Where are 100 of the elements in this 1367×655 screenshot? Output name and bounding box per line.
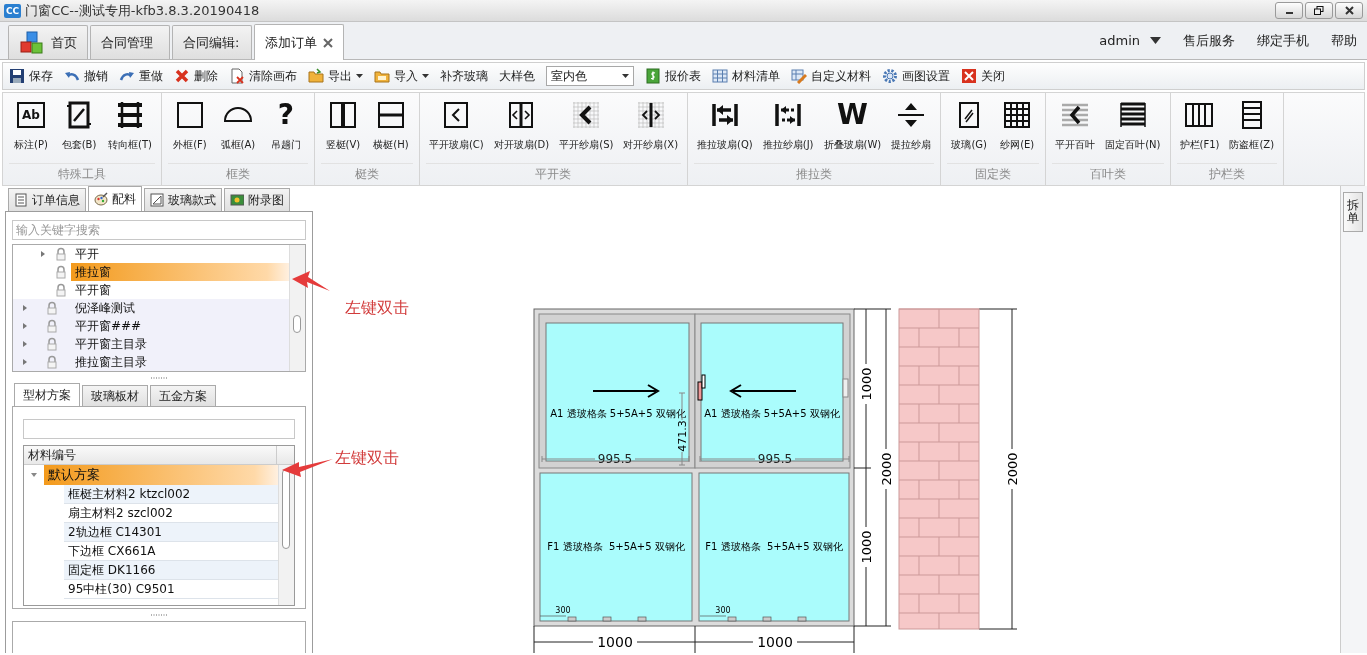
ribbon-button[interactable]: 平开纱扇(S) (554, 99, 619, 163)
ribbon-button[interactable]: 护栏(F1) (1174, 99, 1225, 163)
toolbar-button[interactable]: 补齐玻璃 (440, 67, 488, 85)
tab[interactable]: 合同管理 (90, 25, 170, 59)
toolbar-button[interactable]: 撤销 (64, 67, 108, 85)
tab[interactable]: 合同编辑: (172, 25, 252, 59)
toolbar-button[interactable]: 导出 (308, 67, 363, 85)
dimension-label: 1000 (757, 634, 793, 650)
ribbon-button[interactable]: 固定百叶(N) (1100, 99, 1166, 163)
group-label: 平开类 (425, 163, 682, 185)
menu-link[interactable]: 售后服务 (1183, 30, 1235, 51)
caret-icon (356, 74, 363, 78)
ribbon-button[interactable]: ? 吊趟门 (261, 99, 310, 163)
tab[interactable]: 添加订单 (254, 24, 344, 60)
search-field[interactable]: 输入关键字搜索 (12, 220, 306, 240)
ribbon-button[interactable]: 对开纱扇(X) (618, 99, 684, 163)
ribbon-button[interactable]: 转向框(T) (103, 99, 157, 163)
group-label: 特殊工具 (9, 163, 155, 185)
ribbon-button[interactable]: 对开玻扇(D) (488, 99, 555, 163)
material-row[interactable]: 下边框 CX661A (64, 542, 278, 561)
tab[interactable]: 玻璃板材 (82, 385, 148, 406)
padlock-icon (55, 247, 67, 261)
ribbon-button[interactable]: 提拉纱扇 (886, 99, 937, 163)
ribbon-button[interactable]: 平开玻扇(C) (423, 99, 489, 163)
scrollbar[interactable] (278, 465, 294, 605)
padlock-icon (46, 337, 58, 351)
tab[interactable]: 首页 (8, 25, 88, 59)
picture-icon (230, 193, 244, 207)
padlock-icon (55, 283, 67, 297)
material-row[interactable]: 扇主材料2 szcl002 (64, 504, 278, 523)
ribbon-button[interactable]: 外框(F) (165, 99, 214, 163)
user-menu[interactable]: admin (1099, 30, 1161, 51)
material-row[interactable]: 95中柱(30) C9501 (64, 580, 278, 599)
document-icon (14, 193, 28, 207)
ribbon-button[interactable]: W 折叠玻扇(W) (818, 99, 887, 163)
tab[interactable]: 订单信息 (8, 188, 86, 211)
annotation-text: 左键双击 (335, 447, 399, 469)
tree-item[interactable]: 倪泽峰测试 (13, 299, 289, 317)
color-select[interactable]: 室内色 (546, 66, 634, 86)
ribbon-button[interactable]: 竖梃(V) (318, 99, 367, 163)
tree-item[interactable]: 平开窗### (13, 317, 289, 335)
tab[interactable]: 五金方案 (150, 385, 216, 406)
page-icon (229, 68, 245, 84)
triangle-ruler-icon (150, 193, 164, 207)
toolbar-button[interactable]: 材料清单 (712, 67, 780, 85)
input-field[interactable] (23, 419, 295, 439)
toolbar-button[interactable]: 自定义材料 (791, 67, 871, 85)
minimize-button[interactable] (1275, 2, 1303, 19)
toolbar-button[interactable]: 清除画布 (229, 67, 297, 85)
group-label: 框类 (167, 163, 308, 185)
close-icon (961, 68, 977, 84)
ribbon-button[interactable]: Ab 标注(P) (7, 99, 55, 163)
toolbar-button[interactable]: 导入 (374, 67, 429, 85)
ribbon-button[interactable]: 纱网(E) (993, 99, 1042, 163)
ribbon-button[interactable]: 玻璃(G) (945, 99, 994, 163)
toolbar-button[interactable]: 保存 (9, 67, 53, 85)
restore-button[interactable] (1305, 2, 1333, 19)
size-note: 300 (555, 605, 571, 615)
window-title: 门窗CC--测试专用-kfb3.8.3.20190418 (25, 1, 260, 20)
tree-item[interactable]: 平开窗主目录 (13, 335, 289, 353)
toolbar-button[interactable]: 删除 (174, 67, 218, 85)
material-row[interactable]: 框梃主材料2 ktzcl002 (64, 485, 278, 504)
folder-icon (374, 68, 390, 84)
money-icon (645, 68, 661, 84)
ribbon-button[interactable]: 包套(B) (55, 99, 103, 163)
table-icon (712, 68, 728, 84)
ribbon-button[interactable]: 弧框(A) (213, 99, 262, 163)
toolbar-button[interactable]: 画图设置 (882, 67, 950, 85)
padlock-icon (55, 265, 67, 279)
column-header: 材料编号 (27, 447, 77, 464)
cubes-icon (19, 30, 45, 55)
tab[interactable]: 附录图 (224, 188, 290, 211)
folder-icon (308, 68, 324, 84)
group-label: 固定类 (947, 163, 1040, 185)
side-tab[interactable]: 拆单 (1343, 192, 1363, 233)
ribbon-button[interactable]: 横梃(H) (366, 99, 415, 163)
toolbar-button[interactable]: 关闭 (961, 67, 1005, 85)
close-icon (323, 37, 333, 48)
material-row[interactable]: 2轨边框 C14301 (64, 523, 278, 542)
tree-item[interactable]: 推拉窗主目录 (13, 353, 289, 371)
scrollbar[interactable] (289, 245, 305, 371)
dimension-label: 995.5 (597, 452, 633, 466)
tab[interactable]: 型材方案 (14, 383, 80, 406)
close-button[interactable] (1335, 2, 1363, 19)
tab[interactable]: 玻璃款式 (144, 188, 222, 211)
size-note: 300 (715, 605, 731, 615)
dimension-label: 471.3 (675, 420, 689, 452)
field-label: 大样色 (499, 68, 535, 85)
ribbon-button[interactable]: 推拉纱扇(J) (757, 99, 819, 163)
toolbar-button[interactable]: 报价表 (645, 67, 701, 85)
menu-link[interactable]: 绑定手机 (1257, 30, 1309, 51)
padlock-icon (46, 355, 58, 369)
toolbar-button[interactable]: 重做 (119, 67, 163, 85)
ribbon-button[interactable]: 平开百叶 (1050, 99, 1101, 163)
material-row[interactable]: 固定框 DK1166 (64, 561, 278, 580)
tab[interactable]: 配料 (88, 186, 142, 211)
dimension-label: 1000 (858, 367, 874, 401)
ribbon-button[interactable]: 防盗框(Z) (1224, 99, 1280, 163)
ribbon-button[interactable]: 推拉玻扇(Q) (692, 99, 758, 163)
menu-link[interactable]: 帮助 (1331, 30, 1357, 51)
